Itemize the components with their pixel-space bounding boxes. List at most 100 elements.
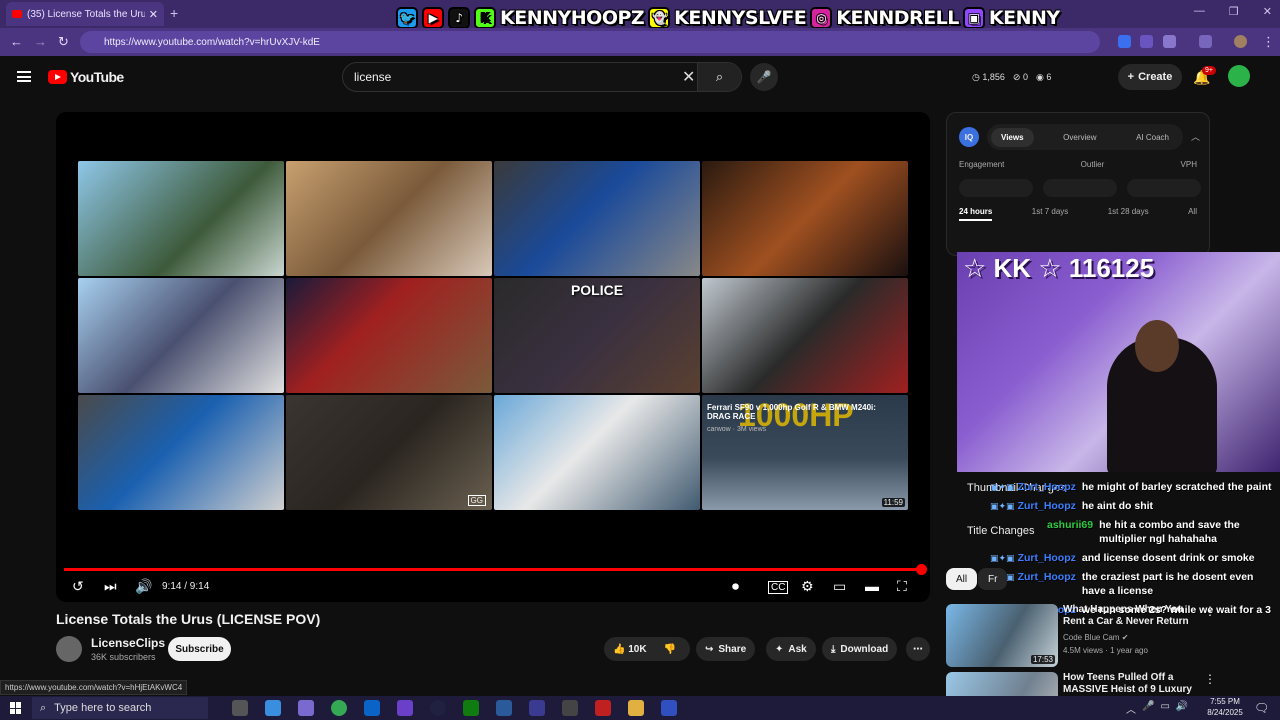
close-tab-icon[interactable]: ✕: [149, 8, 158, 21]
capcut-icon[interactable]: [562, 700, 578, 716]
minimize-icon[interactable]: —: [1194, 5, 1205, 18]
end-screen-thumb[interactable]: [702, 278, 908, 393]
end-screen-thumb[interactable]: POLICE: [494, 278, 700, 393]
end-screen-thumb[interactable]: [494, 395, 700, 510]
rec-thumbnail[interactable]: 17:53: [946, 604, 1058, 667]
end-screen-thumb[interactable]: [494, 161, 700, 276]
tab-views[interactable]: Views: [991, 127, 1034, 147]
extension-icon[interactable]: [1118, 35, 1131, 48]
search-button[interactable]: ⌕: [697, 63, 741, 91]
close-window-icon[interactable]: ✕: [1263, 5, 1272, 18]
next-icon[interactable]: ⏭: [104, 578, 117, 595]
create-button[interactable]: + Create: [1118, 64, 1182, 90]
replay-icon[interactable]: ↺: [72, 578, 84, 595]
scrubber-handle[interactable]: [916, 564, 927, 575]
progress-bar[interactable]: [64, 568, 922, 571]
end-screen-thumb[interactable]: [286, 161, 492, 276]
tab-overview[interactable]: Overview: [1053, 128, 1106, 147]
back-icon[interactable]: ←: [10, 34, 23, 49]
streamer-webcam: ☆ KK ☆ 116125: [957, 252, 1280, 472]
app-icon[interactable]: [496, 700, 512, 716]
discord-icon[interactable]: [397, 700, 413, 716]
reload-icon[interactable]: ↻: [58, 34, 69, 50]
end-screen-thumb[interactable]: [286, 278, 492, 393]
end-screen-thumb[interactable]: [78, 395, 284, 510]
xbox-icon[interactable]: [463, 700, 479, 716]
range-24-hours[interactable]: 24 hours: [959, 207, 993, 221]
obs-icon[interactable]: [430, 700, 446, 716]
end-screen-thumb[interactable]: [702, 161, 908, 276]
chat-text: the craziest part is he dosent even have…: [1081, 571, 1254, 597]
taskbar-clock[interactable]: 7:55 PM 8/24/2025: [1206, 696, 1244, 718]
channel-avatar[interactable]: [56, 636, 82, 662]
voice-search-button[interactable]: 🎤: [750, 63, 778, 91]
url-field[interactable]: https://www.youtube.com/watch?v=hrUvXJV-…: [80, 31, 1100, 53]
task-view-icon[interactable]: [232, 700, 248, 716]
clear-search-icon[interactable]: ✕: [682, 67, 695, 87]
sidebar-icon[interactable]: [1199, 35, 1212, 48]
notification-center-icon[interactable]: 🗨: [1254, 701, 1269, 715]
forward-icon[interactable]: →: [34, 34, 47, 49]
range-all[interactable]: All: [1188, 207, 1197, 221]
thumb-duration: 11:59: [881, 498, 905, 507]
rec-title[interactable]: What Happens When You Rent a Car & Never…: [1063, 604, 1203, 628]
collapse-chevron-icon[interactable]: ︿: [1191, 130, 1200, 143]
copilot-icon[interactable]: [265, 700, 281, 716]
hamburger-menu-icon[interactable]: [17, 71, 31, 82]
youtube-logo[interactable]: YouTube: [48, 69, 124, 85]
account-avatar[interactable]: [1228, 65, 1250, 87]
tray-expand-icon[interactable]: ︿: [1126, 701, 1136, 716]
app-icon[interactable]: [529, 700, 545, 716]
start-menu-icon[interactable]: [10, 702, 22, 714]
volume-icon[interactable]: 🔊: [1176, 701, 1188, 716]
end-screen-thumb[interactable]: [78, 278, 284, 393]
miniplayer-icon[interactable]: ▭: [833, 578, 846, 595]
search-input[interactable]: [354, 70, 674, 84]
range-7-days[interactable]: 1st 7 days: [1032, 207, 1068, 221]
time-display: 9:14 / 9:14: [162, 581, 210, 592]
like-button[interactable]: 👍 10K: [613, 644, 647, 655]
chip-filter[interactable]: Fr: [978, 568, 1008, 590]
captions-icon[interactable]: CC: [768, 581, 789, 594]
video-player[interactable]: POLICE GG 1000HP Ferrari SF90 v 1,000hp …: [56, 112, 930, 602]
ask-button[interactable]: ✦ Ask: [766, 637, 816, 661]
download-button[interactable]: ⤓ Download: [822, 637, 898, 661]
extensions-puzzle-icon[interactable]: [1163, 35, 1176, 48]
rec-more-icon[interactable]: ⋮: [1204, 672, 1216, 686]
fullscreen-icon[interactable]: ⛶: [897, 578, 907, 595]
maximize-icon[interactable]: ❐: [1229, 5, 1239, 18]
browser-menu-icon[interactable]: ⋮: [1262, 34, 1275, 50]
chrome-icon[interactable]: [331, 700, 347, 716]
rec-more-icon[interactable]: ⋮: [1204, 604, 1216, 618]
end-screen-thumb[interactable]: GG: [286, 395, 492, 510]
twitch-icon: ▣: [962, 7, 985, 29]
file-explorer-icon[interactable]: [628, 700, 644, 716]
settings-gear-icon[interactable]: ⚙: [801, 578, 814, 595]
dislike-icon[interactable]: 👎: [664, 644, 676, 655]
stream-chat-overlay: ▣✦▣ Zurt_Hoopz he might of barley scratc…: [990, 480, 1280, 622]
tab-ai-coach[interactable]: AI Coach: [1126, 128, 1179, 147]
app-icon[interactable]: [661, 700, 677, 716]
new-tab-icon[interactable]: +: [170, 5, 178, 21]
autoplay-toggle[interactable]: ⏺: [732, 578, 739, 595]
theater-mode-icon[interactable]: ▬: [865, 578, 879, 594]
taskbar-search[interactable]: ⌕ Type here to search: [32, 697, 208, 719]
chip-all[interactable]: All: [946, 568, 978, 590]
recommended-video[interactable]: 17:53 What Happens When You Rent a Car &…: [946, 604, 1216, 668]
channel-name[interactable]: LicenseClips: [91, 636, 165, 650]
microphone-icon[interactable]: 🎤: [1142, 701, 1154, 716]
app-icon[interactable]: [595, 700, 611, 716]
subscribe-button[interactable]: Subscribe: [168, 637, 231, 661]
browser-tab[interactable]: (35) License Totals the Urus (LIC ✕: [6, 2, 164, 26]
range-28-days[interactable]: 1st 28 days: [1108, 207, 1149, 221]
end-screen-thumb[interactable]: [78, 161, 284, 276]
extension-icon[interactable]: [1140, 35, 1153, 48]
profile-icon[interactable]: [1234, 35, 1247, 48]
network-icon[interactable]: ▭: [1160, 701, 1169, 716]
store-icon[interactable]: [298, 700, 314, 716]
outlook-icon[interactable]: [364, 700, 380, 716]
end-screen-thumb[interactable]: 1000HP Ferrari SF90 v 1,000hp Golf R & B…: [702, 395, 908, 510]
more-actions-button[interactable]: ⋯: [906, 637, 930, 661]
volume-icon[interactable]: 🔊: [135, 578, 152, 595]
share-button[interactable]: ↪ Share: [696, 637, 756, 661]
